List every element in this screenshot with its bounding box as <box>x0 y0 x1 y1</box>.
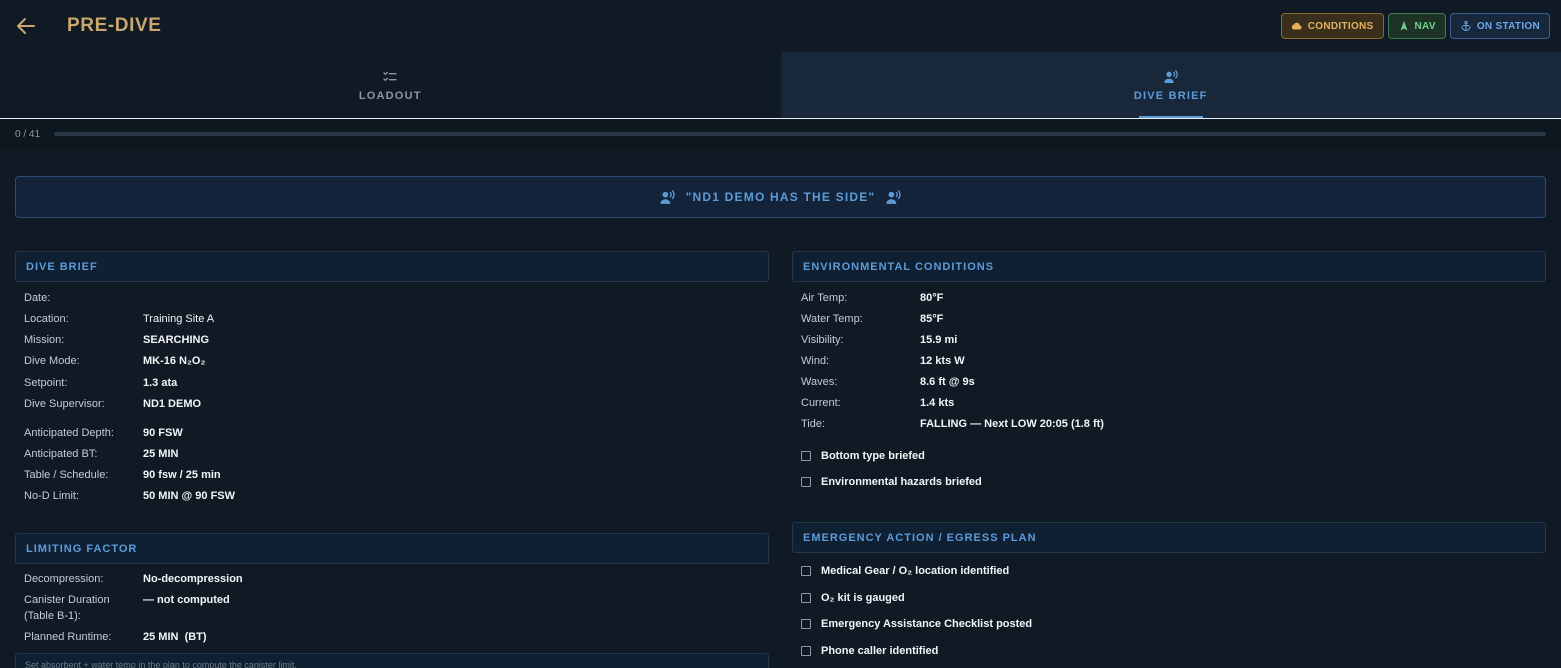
voice-icon <box>1164 69 1178 83</box>
voice-icon <box>660 189 675 204</box>
kv-label: Planned Runtime: <box>24 631 112 643</box>
environment-heading-text: ENVIRONMENTAL CONDITIONS <box>803 260 995 273</box>
kv-label: Anticipated Depth: <box>24 427 114 439</box>
cloud-icon <box>1291 22 1302 30</box>
kv-label: Anticipated BT: <box>24 448 98 460</box>
kv-value: Training Site A <box>143 313 215 325</box>
header-actions: CONDITIONS NAV ON STATION <box>1280 13 1550 39</box>
checkbox-label: Environmental hazards briefed <box>821 476 982 488</box>
on-station-button[interactable]: ON STATION <box>1449 13 1550 39</box>
kv-value: 12 kts W <box>920 355 965 367</box>
side-banner: "ND1 DEMO HAS THE SIDE" <box>15 176 1546 218</box>
back-button[interactable] <box>14 14 38 38</box>
checkbox-label: O₂ kit is gauged <box>821 592 905 604</box>
checkbox-env-hazards[interactable]: Environmental hazards briefed <box>801 476 982 488</box>
conditions-button[interactable]: CONDITIONS <box>1280 13 1384 39</box>
kv-value: 1.3 ata <box>143 377 178 389</box>
checkbox-box[interactable] <box>801 477 811 487</box>
banner-text: "ND1 DEMO HAS THE SIDE" <box>685 190 876 204</box>
active-tab-indicator <box>1138 116 1203 118</box>
kv-label: Wind: <box>801 355 830 367</box>
kv-value: SEARCHING <box>143 334 210 346</box>
nav-label: NAV <box>1414 20 1436 32</box>
kv-value: 25 MIN <box>143 448 179 460</box>
conditions-label: CONDITIONS <box>1307 20 1374 32</box>
kv-label: Table / Schedule: <box>24 469 109 481</box>
kv-value: 25 MIN (BT) <box>143 631 207 643</box>
checkbox-label: Emergency Assistance Checklist posted <box>821 618 1033 630</box>
kv-label: No-D Limit: <box>24 490 80 502</box>
tab-loadout-label: LOADOUT <box>358 89 422 102</box>
kv-label: Date: <box>24 292 51 304</box>
checkbox-medical-gear[interactable]: Medical Gear / O₂ location identified <box>801 565 1009 577</box>
tab-loadout[interactable]: LOADOUT <box>0 52 781 118</box>
limiting-factor-heading: LIMITING FACTOR <box>15 533 769 564</box>
checkbox-o2-kit[interactable]: O₂ kit is gauged <box>801 592 905 604</box>
kv-label: Setpoint: <box>24 377 68 389</box>
progress-count: 0 / 41 <box>15 129 41 140</box>
kv-value: ND1 DEMO <box>143 398 202 410</box>
canister-note: Set absorbent + water temp in the plan t… <box>15 653 769 668</box>
kv-label: Air Temp: <box>801 292 848 304</box>
limiting-factor-heading-text: LIMITING FACTOR <box>26 542 138 555</box>
checkbox-bottom-type[interactable]: Bottom type briefed <box>801 450 925 462</box>
checkbox-box[interactable] <box>801 619 811 629</box>
anchor-icon <box>1461 20 1471 31</box>
checkbox-label: Phone caller identified <box>821 645 939 657</box>
kv-label: Dive Supervisor: <box>24 398 105 410</box>
on-station-label: ON STATION <box>1476 20 1540 32</box>
checkbox-label: Medical Gear / O₂ location identified <box>821 565 1010 577</box>
kv-label: Location: <box>24 313 69 325</box>
checkbox-box[interactable] <box>801 451 811 461</box>
kv-value: 80°F <box>920 292 944 304</box>
kv-value: 90 FSW <box>143 427 183 439</box>
checkbox-phone-caller[interactable]: Phone caller identified <box>801 645 938 657</box>
kv-value: 90 fsw / 25 min <box>143 469 221 481</box>
kv-label: Canister Duration <box>24 594 110 606</box>
dive-brief-heading: DIVE BRIEF <box>15 251 769 282</box>
kv-value: No-decompression <box>143 573 243 585</box>
checkbox-box[interactable] <box>801 593 811 603</box>
kv-label: Visibility: <box>801 334 844 346</box>
emergency-heading-text: EMERGENCY ACTION / EGRESS PLAN <box>803 531 1037 544</box>
kv-label: Dive Mode: <box>24 355 80 367</box>
checklist-icon <box>383 71 397 81</box>
app-header: PRE-DIVE CONDITIONS NAV ON STATION <box>0 0 1561 52</box>
dive-brief-heading-text: DIVE BRIEF <box>26 260 98 273</box>
kv-value: 50 MIN @ 90 FSW <box>143 490 236 502</box>
page-title: PRE-DIVE <box>67 15 162 36</box>
progress-bar <box>54 132 1546 136</box>
kv-value: 85°F <box>920 313 944 325</box>
tab-dive-brief[interactable]: DIVE BRIEF <box>780 52 1561 118</box>
navigation-icon <box>1400 21 1408 31</box>
kv-label: Waves: <box>801 376 838 388</box>
tab-dive-brief-label: DIVE BRIEF <box>1133 89 1208 102</box>
arrow-left-icon <box>17 18 35 34</box>
checkbox-emergency-checklist[interactable]: Emergency Assistance Checklist posted <box>801 618 1032 630</box>
kv-value: — not computed <box>143 594 230 606</box>
kv-value: FALLING — Next LOW 20:05 (1.8 ft) <box>920 418 1104 430</box>
kv-value: 1.4 kts <box>920 397 955 409</box>
kv-value: 15.9 mi <box>920 334 958 346</box>
kv-value: 8.6 ft @ 9s <box>920 376 975 388</box>
checkbox-box[interactable] <box>801 566 811 576</box>
kv-label: Mission: <box>24 334 65 346</box>
kv-label: Decompression: <box>24 573 104 585</box>
kv-label: Tide: <box>801 418 826 430</box>
checkbox-box[interactable] <box>801 646 811 656</box>
checkbox-label: Bottom type briefed <box>821 450 925 462</box>
kv-label: Current: <box>801 397 841 409</box>
emergency-heading: EMERGENCY ACTION / EGRESS PLAN <box>792 522 1546 553</box>
kv-label: (Table B-1): <box>24 610 81 622</box>
kv-value: MK-16 N₂O₂ <box>143 355 206 367</box>
tab-bar: LOADOUT DIVE BRIEF <box>0 52 1561 119</box>
voice-icon <box>886 189 901 204</box>
kv-label: Water Temp: <box>801 313 863 325</box>
nav-button[interactable]: NAV <box>1387 13 1446 39</box>
environment-heading: ENVIRONMENTAL CONDITIONS <box>792 251 1546 282</box>
